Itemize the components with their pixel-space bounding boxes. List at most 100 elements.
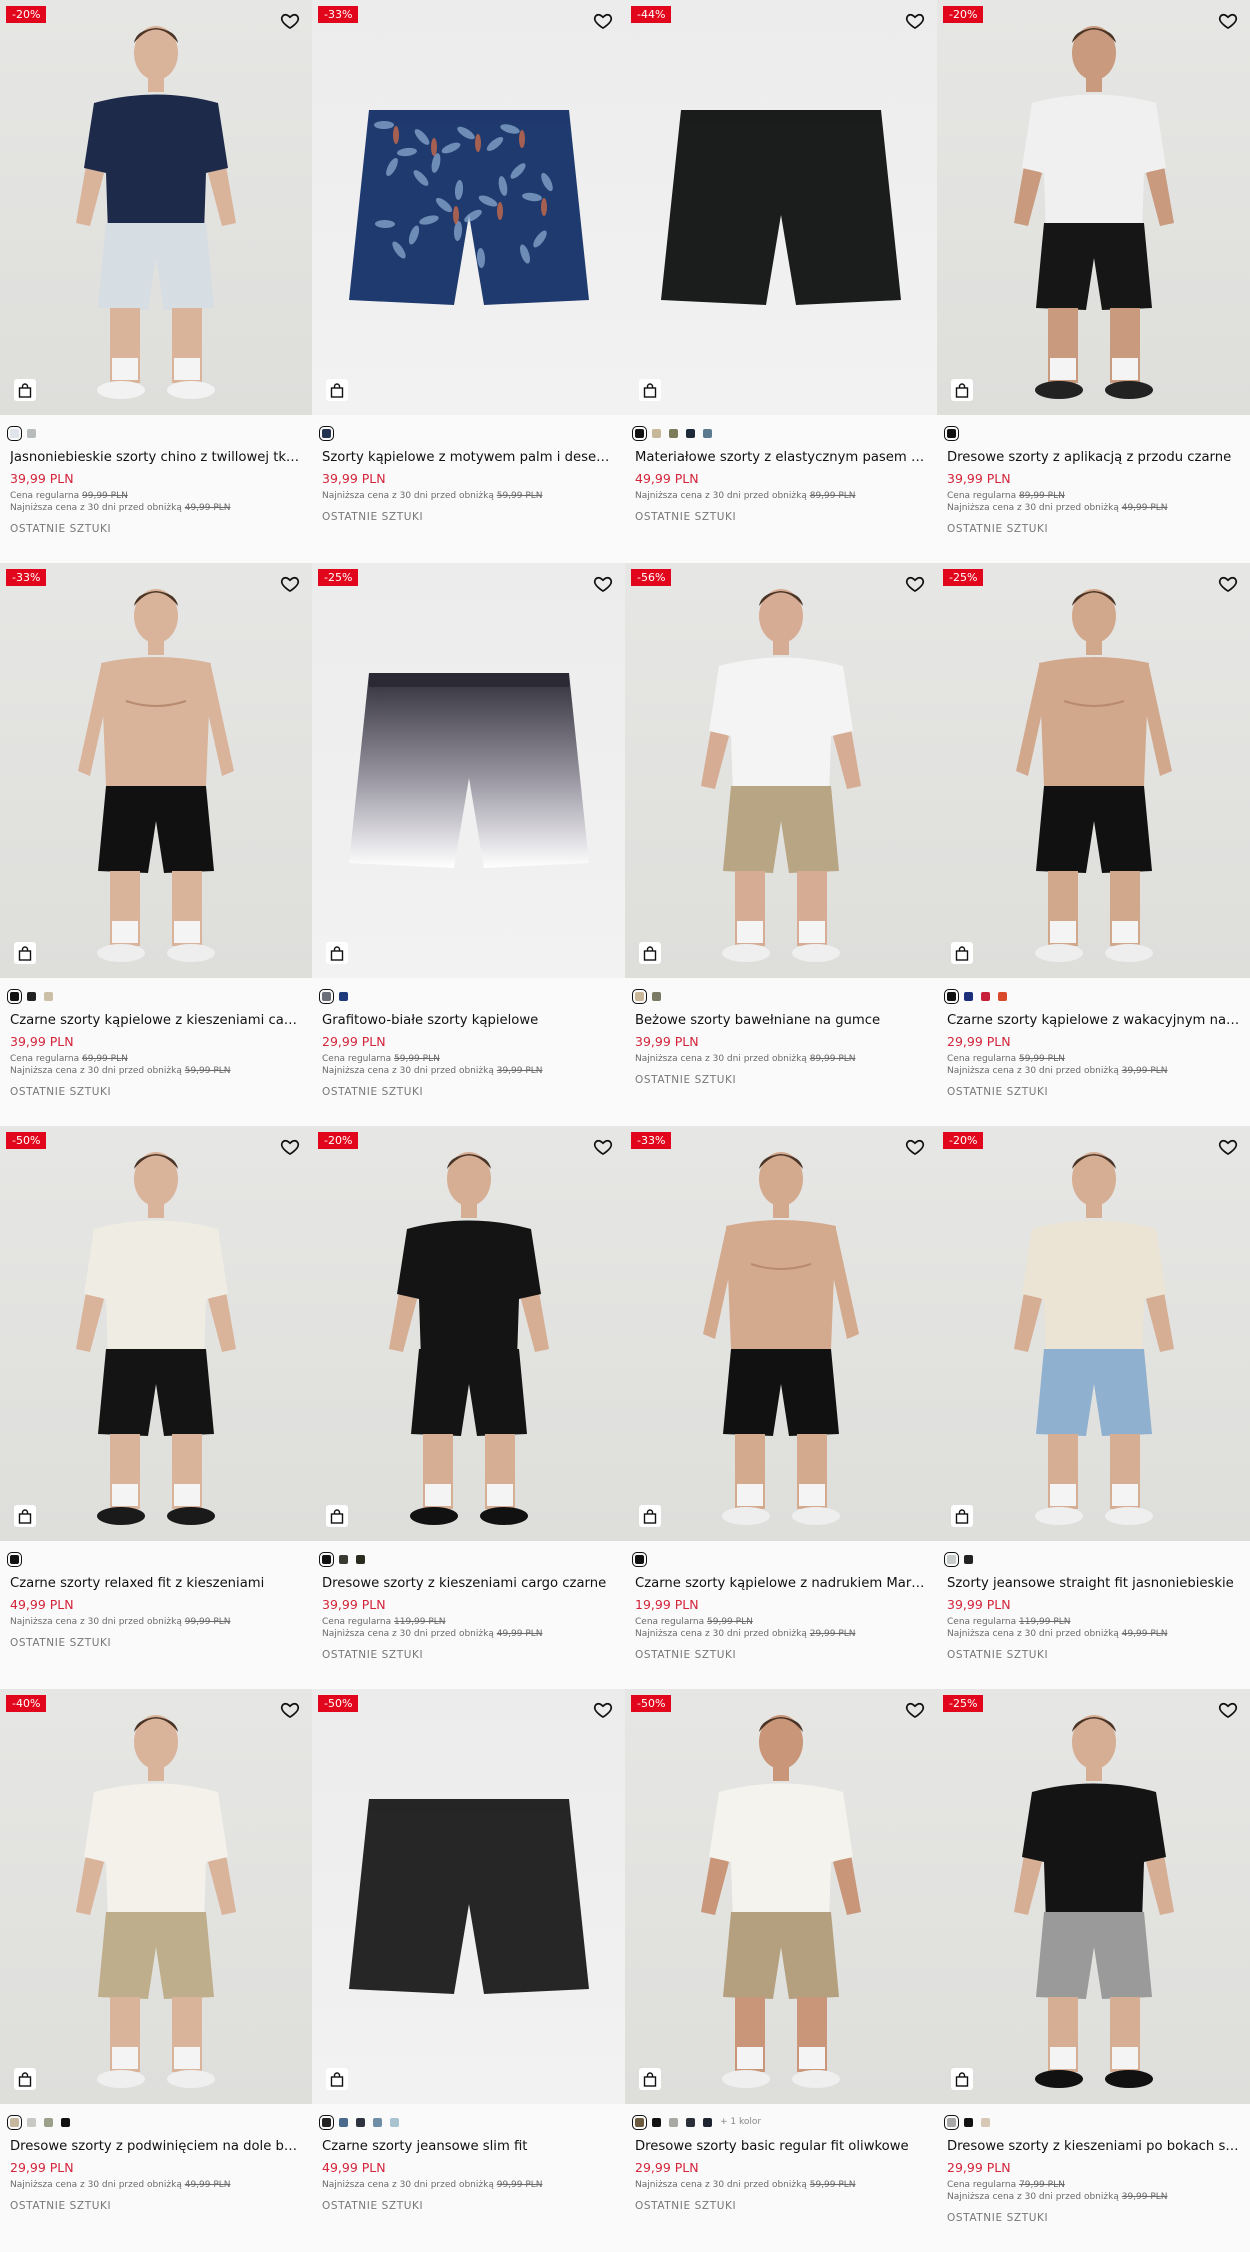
product-image[interactable]: -44% bbox=[625, 0, 937, 415]
heart-icon[interactable] bbox=[593, 11, 613, 31]
product-image[interactable]: -50% bbox=[0, 1126, 312, 1541]
color-swatch[interactable] bbox=[390, 2117, 399, 2127]
product-card[interactable]: -20% Dresowe szorty z kieszeniami cargo c… bbox=[312, 1126, 625, 1689]
shopping-bag-icon[interactable] bbox=[639, 2068, 661, 2090]
heart-icon[interactable] bbox=[905, 1700, 925, 1720]
color-swatch[interactable] bbox=[44, 991, 53, 1001]
color-swatch[interactable] bbox=[339, 991, 348, 1001]
heart-icon[interactable] bbox=[905, 1137, 925, 1157]
color-swatch[interactable] bbox=[356, 2117, 365, 2127]
shopping-bag-icon[interactable] bbox=[14, 2068, 36, 2090]
color-swatch[interactable] bbox=[686, 428, 695, 438]
color-swatch[interactable] bbox=[319, 425, 334, 441]
product-image[interactable]: -25% bbox=[937, 563, 1250, 978]
color-swatch[interactable] bbox=[652, 991, 661, 1001]
product-card[interactable]: -33% Szorty kąpielowe z motywem palm i de… bbox=[312, 0, 625, 563]
color-swatch[interactable] bbox=[27, 428, 36, 438]
color-swatch[interactable] bbox=[944, 1551, 959, 1567]
product-image[interactable]: -33% bbox=[0, 563, 312, 978]
product-card[interactable]: -50% Czarne szorty jeansowe slim fit 49,99… bbox=[312, 1689, 625, 2252]
heart-icon[interactable] bbox=[280, 11, 300, 31]
product-name[interactable]: Dresowe szorty z podwinięciem na dole be… bbox=[10, 2138, 302, 2156]
product-card[interactable]: -50% Czarne szorty relaxed fit z kieszeni… bbox=[0, 1126, 312, 1689]
color-swatch[interactable] bbox=[356, 1554, 365, 1564]
product-name[interactable]: Dresowe szorty z aplikacją z przodu czar… bbox=[947, 449, 1240, 467]
color-swatch[interactable] bbox=[686, 2117, 695, 2127]
heart-icon[interactable] bbox=[1218, 574, 1238, 594]
product-image[interactable]: -25% bbox=[312, 563, 625, 978]
color-swatch[interactable] bbox=[339, 2117, 348, 2127]
product-image[interactable]: -25% bbox=[937, 1689, 1250, 2104]
product-name[interactable]: Szorty kąpielowe z motywem palm i desek … bbox=[322, 449, 615, 467]
color-swatch[interactable] bbox=[652, 2117, 661, 2127]
heart-icon[interactable] bbox=[280, 574, 300, 594]
color-swatch[interactable] bbox=[339, 1554, 348, 1564]
product-card[interactable]: -40% Dresowe szorty z podwinięciem na dol… bbox=[0, 1689, 312, 2252]
heart-icon[interactable] bbox=[905, 11, 925, 31]
color-swatch[interactable] bbox=[27, 991, 36, 1001]
shopping-bag-icon[interactable] bbox=[14, 942, 36, 964]
heart-icon[interactable] bbox=[1218, 11, 1238, 31]
color-swatch[interactable] bbox=[981, 991, 990, 1001]
color-swatch[interactable] bbox=[44, 2117, 53, 2127]
color-swatch[interactable] bbox=[632, 425, 647, 441]
product-image[interactable]: -40% bbox=[0, 1689, 312, 2104]
product-name[interactable]: Dresowe szorty z kieszeniami po bokach s… bbox=[947, 2138, 1240, 2156]
color-swatch[interactable] bbox=[7, 2114, 22, 2130]
product-name[interactable]: Dresowe szorty basic regular fit oliwkow… bbox=[635, 2138, 927, 2156]
color-swatch[interactable] bbox=[7, 988, 22, 1004]
product-card[interactable]: -50% + 1 kolor Dresowe szorty basic regula… bbox=[625, 1689, 937, 2252]
color-swatch[interactable] bbox=[981, 2117, 990, 2127]
heart-icon[interactable] bbox=[593, 1700, 613, 1720]
color-swatch[interactable] bbox=[944, 2114, 959, 2130]
color-swatch[interactable] bbox=[319, 988, 334, 1004]
color-swatch[interactable] bbox=[998, 991, 1007, 1001]
color-swatch[interactable] bbox=[319, 1551, 334, 1567]
color-swatch[interactable] bbox=[27, 2117, 36, 2127]
product-card[interactable]: -20% Dresowe szorty z aplikacją z przodu … bbox=[937, 0, 1250, 563]
color-swatch[interactable] bbox=[61, 2117, 70, 2127]
color-swatch[interactable] bbox=[319, 2114, 334, 2130]
product-image[interactable]: -20% bbox=[937, 0, 1250, 415]
product-name[interactable]: Grafitowo-białe szorty kąpielowe bbox=[322, 1012, 615, 1030]
product-name[interactable]: Beżowe szorty bawełniane na gumce bbox=[635, 1012, 927, 1030]
shopping-bag-icon[interactable] bbox=[326, 1505, 348, 1527]
product-card[interactable]: -56% Beżowe szorty bawełniane na gumce 39,… bbox=[625, 563, 937, 1126]
product-image[interactable]: -33% bbox=[625, 1126, 937, 1541]
color-swatch[interactable] bbox=[944, 988, 959, 1004]
heart-icon[interactable] bbox=[280, 1700, 300, 1720]
more-colors-label[interactable]: + 1 kolor bbox=[720, 2117, 761, 2127]
product-card[interactable]: -20% Szorty jeansowe straight fit jasnoni… bbox=[937, 1126, 1250, 1689]
heart-icon[interactable] bbox=[905, 574, 925, 594]
product-card[interactable]: -25% Dresowe szorty z kieszeniami po boka… bbox=[937, 1689, 1250, 2252]
color-swatch[interactable] bbox=[7, 425, 22, 441]
color-swatch[interactable] bbox=[373, 2117, 382, 2127]
shopping-bag-icon[interactable] bbox=[639, 379, 661, 401]
product-image[interactable]: -20% bbox=[0, 0, 312, 415]
product-image[interactable]: -20% bbox=[312, 1126, 625, 1541]
product-image[interactable]: -50% bbox=[625, 1689, 937, 2104]
color-swatch[interactable] bbox=[964, 1554, 973, 1564]
product-card[interactable]: -33% Czarne szorty kąpielowe z kieszeniam… bbox=[0, 563, 312, 1126]
color-swatch[interactable] bbox=[669, 428, 678, 438]
color-swatch[interactable] bbox=[703, 428, 712, 438]
product-card[interactable]: -33% Czarne szorty kąpielowe z nadrukiem … bbox=[625, 1126, 937, 1689]
heart-icon[interactable] bbox=[1218, 1137, 1238, 1157]
shopping-bag-icon[interactable] bbox=[951, 1505, 973, 1527]
color-swatch[interactable] bbox=[964, 991, 973, 1001]
product-name[interactable]: Czarne szorty relaxed fit z kieszeniami bbox=[10, 1575, 302, 1593]
color-swatch[interactable] bbox=[632, 988, 647, 1004]
product-card[interactable]: -25% Czarne szorty kąpielowe z wakacyjnym… bbox=[937, 563, 1250, 1126]
shopping-bag-icon[interactable] bbox=[951, 379, 973, 401]
product-card[interactable]: -20% Jasnoniebieskie szorty chino z twill… bbox=[0, 0, 312, 563]
color-swatch[interactable] bbox=[652, 428, 661, 438]
heart-icon[interactable] bbox=[280, 1137, 300, 1157]
color-swatch[interactable] bbox=[669, 2117, 678, 2127]
product-name[interactable]: Czarne szorty kąpielowe z nadrukiem Marv… bbox=[635, 1575, 927, 1593]
product-name[interactable]: Jasnoniebieskie szorty chino z twillowej… bbox=[10, 449, 302, 467]
product-name[interactable]: Czarne szorty kąpielowe z wakacyjnym nad… bbox=[947, 1012, 1240, 1030]
shopping-bag-icon[interactable] bbox=[326, 2068, 348, 2090]
color-swatch[interactable] bbox=[632, 1551, 647, 1567]
product-name[interactable]: Szorty jeansowe straight fit jasnoniebie… bbox=[947, 1575, 1240, 1593]
color-swatch[interactable] bbox=[964, 2117, 973, 2127]
